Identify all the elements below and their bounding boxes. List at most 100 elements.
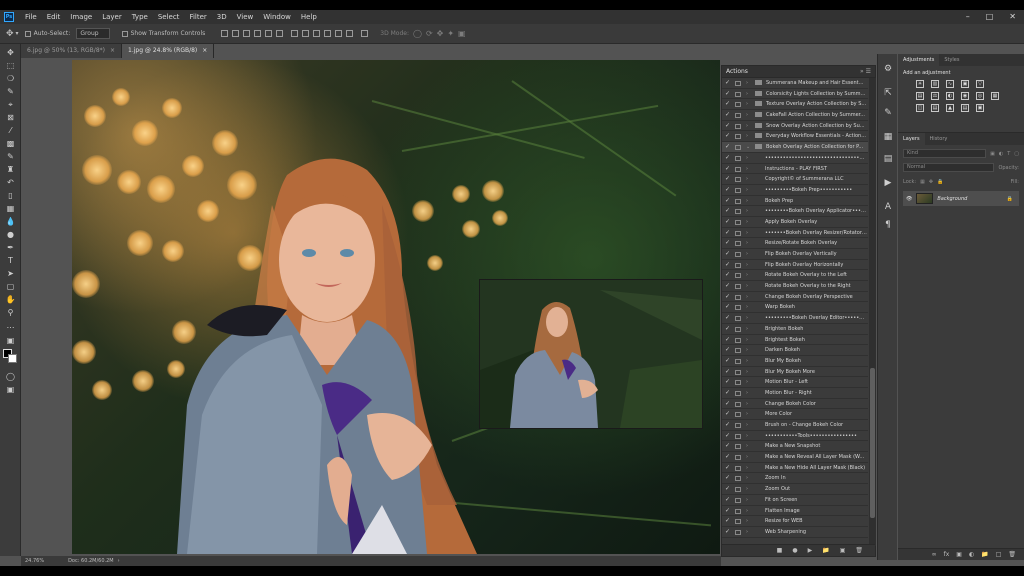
paragraph-icon[interactable]: ¶ [882,220,894,230]
toggle-check-icon[interactable]: ✓ [725,495,730,505]
filter-pixel-icon[interactable]: ▣ [990,151,995,157]
toggle-check-icon[interactable]: ✓ [725,313,730,323]
toggle-check-icon[interactable]: ✓ [725,238,730,248]
toggle-check-icon[interactable]: ✓ [725,388,730,398]
chevron-right-icon[interactable]: › [746,506,748,516]
toggle-check-icon[interactable]: ✓ [725,356,730,366]
history-brush-tool-icon[interactable]: ↶ [5,178,16,187]
chevron-right-icon[interactable]: › [746,228,748,238]
toggle-check-icon[interactable]: ✓ [725,281,730,291]
move-tool-icon[interactable]: ✥ [5,48,16,57]
chevron-right-icon[interactable]: › [746,249,748,259]
align-top-icon[interactable] [221,30,229,37]
link-layers-icon[interactable]: ∞ [932,551,937,558]
align-bottom-icon[interactable] [243,30,251,37]
toggle-check-icon[interactable]: ✓ [725,217,730,227]
dialog-toggle-icon[interactable] [735,102,741,108]
toggle-check-icon[interactable]: ✓ [725,142,730,152]
toggle-check-icon[interactable]: ✓ [725,78,730,88]
tab-history[interactable]: History [925,133,953,145]
action-row[interactable]: ✓ › •••••••••••Tools•••••••••••••••• [722,431,868,442]
toggle-check-icon[interactable]: ✓ [725,249,730,259]
minimize-icon[interactable]: – [966,10,970,24]
chevron-right-icon[interactable]: › [746,431,748,441]
auto-select-checkbox[interactable]: Auto-Select: [24,30,70,37]
dialog-toggle-icon[interactable] [735,412,741,418]
toggle-check-icon[interactable]: ✓ [725,206,730,216]
action-row[interactable]: ✓ › Instructions - PLAY FIRST [722,164,868,175]
filter-shape-icon[interactable]: ▢ [1014,151,1019,157]
frame-tool-icon[interactable]: ⊠ [5,113,16,122]
dialog-toggle-icon[interactable] [735,262,741,268]
action-row[interactable]: ✓ › •••••••Bokeh Overlay Resizer/Rotator••… [722,228,868,239]
auto-select-dropdown[interactable]: Group [76,28,110,39]
chevron-right-icon[interactable]: › [746,473,748,483]
action-row[interactable]: ✓ › Make a New Snapshot [722,441,868,453]
dialog-toggle-icon[interactable] [735,123,741,129]
action-row[interactable]: ✓ › Apply Bokeh Overlay [722,217,868,228]
chevron-right-icon[interactable]: › [746,185,748,195]
action-row[interactable]: ✓ › Warp Bokeh [722,302,868,314]
brightness-contrast-icon[interactable]: ☀ [916,80,924,88]
curves-icon[interactable]: ∿ [946,80,954,88]
chevron-right-icon[interactable]: › [746,174,748,184]
doc-size[interactable]: Doc: 60.2M/60.2M [68,558,114,564]
dialog-toggle-icon[interactable] [735,508,741,514]
action-row[interactable]: ✓ › Darken Bokeh [722,345,868,356]
dialog-toggle-icon[interactable] [735,91,741,97]
quick-mask-icon[interactable]: ◯ [5,372,16,381]
path-selection-tool-icon[interactable]: ➤ [5,269,16,278]
action-row[interactable]: ✓ › Brightest Bokeh [722,335,868,346]
actions-play-icon[interactable]: ▶ [882,178,894,188]
toggle-check-icon[interactable]: ✓ [725,484,730,494]
clone-stamp-tool-icon[interactable]: ♜ [5,165,16,174]
toggle-check-icon[interactable]: ✓ [725,441,730,451]
dialog-toggle-icon[interactable] [735,444,741,450]
tab-layers[interactable]: Layers [898,133,925,145]
dialog-toggle-icon[interactable] [735,209,741,215]
exposure-icon[interactable]: ▣ [961,80,969,88]
toggle-check-icon[interactable]: ✓ [725,399,730,409]
original-image-preview[interactable] [480,280,702,428]
chevron-right-icon[interactable]: › [746,495,748,505]
character-icon[interactable]: A [882,202,894,212]
dialog-toggle-icon[interactable] [735,476,741,482]
auto-align-icon[interactable] [361,30,369,37]
chevron-down-icon[interactable]: ⌄ [746,142,750,152]
toggle-check-icon[interactable]: ✓ [725,89,730,99]
action-row[interactable]: ✓ › Blur My Bokeh [722,356,868,367]
toggle-check-icon[interactable]: ✓ [725,506,730,516]
dialog-toggle-icon[interactable] [735,305,741,311]
chevron-right-icon[interactable]: › [746,153,748,163]
action-row[interactable]: ✓ › Flip Bokeh Overlay Vertically [722,249,868,260]
chevron-right-icon[interactable]: › [746,409,748,419]
toggle-check-icon[interactable]: ✓ [725,409,730,419]
blur-tool-icon[interactable]: 💧 [5,217,16,226]
marquee-tool-icon[interactable]: ⬚ [5,61,16,70]
dialog-toggle-icon[interactable] [735,230,741,236]
chevron-right-icon[interactable]: › [746,463,748,473]
chevron-right-icon[interactable]: › [746,313,748,323]
action-row[interactable]: ✓ › Resize for WEB [722,516,868,527]
delete-layer-icon[interactable]: 🗑 [1008,551,1016,558]
background-color-swatch[interactable] [8,354,17,363]
document-canvas[interactable] [72,60,720,554]
filter-adjust-icon[interactable]: ◐ [999,151,1003,157]
play-icon[interactable]: ▶ [808,547,813,554]
panel-menu-icon[interactable]: » ☰ [860,68,871,75]
toggle-check-icon[interactable]: ✓ [725,335,730,345]
crop-tool-icon[interactable]: ⌖ [5,100,16,109]
dialog-toggle-icon[interactable] [735,337,741,343]
chevron-right-icon[interactable]: › [746,335,748,345]
toggle-check-icon[interactable]: ✓ [725,131,730,141]
toggle-check-icon[interactable]: ✓ [725,420,730,430]
scrollbar-thumb[interactable] [870,368,875,518]
gear-icon[interactable]: ⚙ [882,64,894,74]
action-row[interactable]: ✓ › Brush on - Change Bokeh Color [722,420,868,431]
layer-name[interactable]: Background [937,196,967,202]
action-row[interactable]: ✓ › More Color [722,409,868,420]
action-row[interactable]: ✓ › Make a New Hide All Layer Mask (Black) [722,463,868,474]
actions-scrollbar[interactable] [869,78,876,546]
chevron-right-icon[interactable]: › [746,121,748,131]
chevron-right-icon[interactable]: › [746,388,748,398]
